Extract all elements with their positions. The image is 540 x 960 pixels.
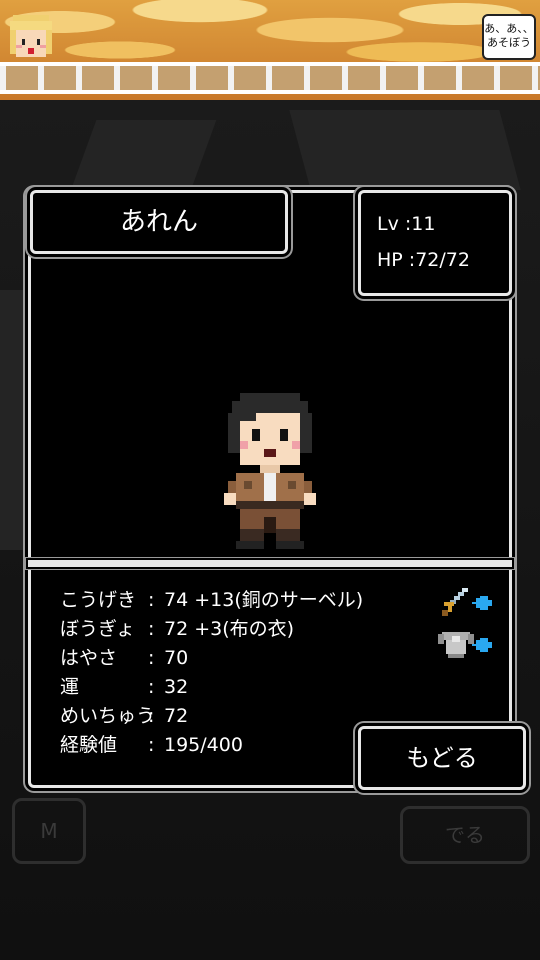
status-row: 運:32 [60, 673, 363, 702]
exit-ghost-button: でる [400, 806, 530, 864]
status-colon: : [148, 676, 155, 698]
character-sprite [224, 393, 316, 549]
status-colon: : [148, 618, 155, 640]
panel-divider [28, 560, 512, 567]
sword-icon [442, 588, 468, 616]
fence [0, 62, 540, 94]
character-name-label: あれん [30, 190, 288, 254]
speech-bubble: あ、あ、、 あそぼう [482, 14, 536, 60]
status-row: ぼうぎょ:72 +3(布の衣) [60, 615, 363, 644]
status-value: 72 +3(布の衣) [164, 618, 295, 640]
status-colon: : [148, 734, 155, 756]
status-label: 運 [60, 676, 80, 698]
roof-silhouette [289, 110, 521, 190]
hp-label: HP : [377, 249, 416, 271]
wall-silhouette [0, 290, 30, 550]
level-value: 11 [411, 213, 436, 235]
status-label: こうげき [60, 589, 137, 611]
status-row: こうげき:74 +13(銅のサーベル) [60, 586, 363, 615]
level-row: Lv :11 [377, 213, 435, 235]
status-label: ぼうぎょ [60, 618, 136, 640]
blue-arrow-icon [472, 638, 492, 652]
menu-ghost-button: M [12, 798, 86, 864]
status-colon: : [148, 705, 155, 727]
status-value: 32 [164, 676, 189, 698]
status-row: 経験値:195/400 [60, 731, 363, 760]
level-label: Lv : [377, 213, 412, 235]
armor-icon [438, 632, 474, 658]
status-label: めいちゅう [60, 705, 156, 727]
status-colon: : [148, 647, 155, 669]
status-label: 経験値 [60, 734, 118, 756]
status-value: 195/400 [164, 734, 243, 756]
status-row: めいちゅう:72 [60, 702, 363, 731]
status-list: こうげき:74 +13(銅のサーベル) ぼうぎょ:72 +3(布の衣) はやさ:70… [60, 586, 363, 760]
blue-arrow-icon [472, 596, 492, 610]
back-button[interactable]: もどる [358, 726, 526, 790]
weapon-change-button[interactable] [436, 584, 496, 620]
status-value: 70 [164, 647, 189, 669]
hp-row: HP :72/72 [377, 249, 470, 271]
status-row: はやさ:70 [60, 644, 363, 673]
status-label: はやさ [60, 647, 118, 669]
level-hp-panel: Lv :11 HP :72/72 [358, 190, 512, 296]
character-avatar-icon[interactable] [4, 12, 58, 66]
hp-value: 72/72 [415, 249, 470, 271]
status-value: 74 +13(銅のサーベル) [164, 589, 364, 611]
armor-change-button[interactable] [436, 626, 496, 662]
status-value: 72 [164, 705, 189, 727]
status-colon: : [148, 589, 155, 611]
